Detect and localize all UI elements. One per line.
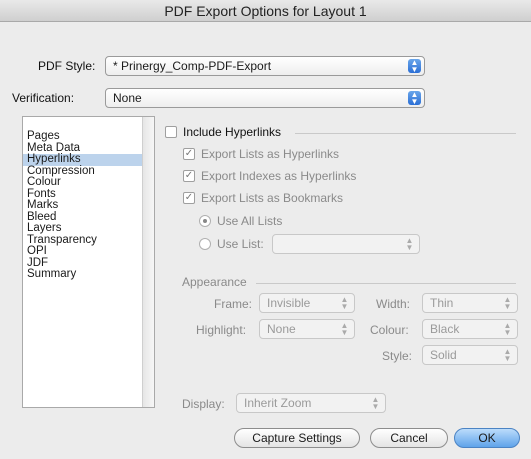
highlight-label: Highlight:	[196, 323, 247, 337]
colour-value: Black	[430, 322, 460, 336]
frame-popup[interactable]: Invisible ▲ ▼	[259, 293, 355, 313]
window-title: PDF Export Options for Layout 1	[164, 2, 367, 19]
popup-arrows-icon: ▲ ▼	[503, 295, 512, 311]
style-value: Solid	[430, 348, 457, 362]
list-item-colour[interactable]: Colour	[23, 176, 154, 189]
ok-button[interactable]: OK	[454, 428, 520, 448]
highlight-value: None	[267, 322, 296, 336]
group-divider	[295, 133, 516, 134]
include-hyperlinks-label: Include Hyperlinks	[183, 125, 282, 139]
include-hyperlinks-checkbox[interactable]	[165, 126, 177, 138]
use-list-popup[interactable]: ▲ ▼	[272, 234, 420, 254]
window-titlebar: PDF Export Options for Layout 1	[0, 0, 531, 22]
style-popup[interactable]: Solid ▲ ▼	[422, 345, 518, 365]
use-all-lists-label: Use All Lists	[217, 214, 283, 228]
popup-arrows-icon: ▲ ▼	[408, 91, 421, 106]
list-item-marks[interactable]: Marks	[23, 199, 154, 212]
width-popup[interactable]: Thin ▲ ▼	[422, 293, 518, 313]
popup-arrows-icon: ▲ ▼	[408, 59, 421, 74]
display-popup[interactable]: Inherit Zoom ▲ ▼	[236, 393, 386, 413]
use-all-lists-radio[interactable]	[199, 215, 211, 227]
verification-label: Verification:	[12, 91, 75, 105]
frame-value: Invisible	[267, 296, 311, 310]
display-value: Inherit Zoom	[244, 396, 312, 410]
list-scrollbar[interactable]	[142, 117, 154, 407]
popup-arrows-icon: ▲ ▼	[405, 236, 414, 252]
export-indexes-hyperlinks-checkbox[interactable]: ✓	[183, 170, 195, 182]
use-list-radio[interactable]	[199, 238, 211, 250]
list-item-opi[interactable]: OPI	[23, 245, 154, 258]
export-lists-bookmarks-label: Export Lists as Bookmarks	[201, 191, 344, 205]
popup-arrows-icon: ▲ ▼	[371, 395, 380, 411]
display-label: Display:	[182, 397, 225, 411]
list-item-hyperlinks[interactable]: Hyperlinks	[23, 153, 154, 166]
width-value: Thin	[430, 296, 454, 310]
popup-arrows-icon: ▲ ▼	[340, 295, 349, 311]
width-label: Width:	[376, 297, 411, 311]
verification-popup[interactable]: None ▲ ▼	[105, 88, 425, 108]
highlight-popup[interactable]: None ▲ ▼	[259, 319, 355, 339]
radio-selected-dot	[203, 219, 207, 223]
group-divider	[256, 283, 516, 284]
pdf-style-label: PDF Style:	[38, 59, 96, 73]
list-item-layers[interactable]: Layers	[23, 222, 154, 235]
use-list-label: Use List:	[217, 237, 264, 251]
style-label: Style:	[382, 349, 413, 363]
pdf-style-value: * Prinergy_Comp-PDF-Export	[113, 59, 272, 73]
verification-value: None	[113, 91, 142, 105]
capture-settings-button[interactable]: Capture Settings	[234, 428, 360, 448]
list-item-summary[interactable]: Summary	[23, 268, 154, 281]
colour-label: Colour:	[370, 323, 409, 337]
settings-category-list[interactable]: Pages Meta Data Hyperlinks Compression C…	[22, 116, 155, 408]
popup-arrows-icon: ▲ ▼	[340, 321, 349, 337]
export-lists-hyperlinks-label: Export Lists as Hyperlinks	[201, 147, 340, 161]
list-item-pages[interactable]: Pages	[23, 130, 154, 143]
export-lists-hyperlinks-checkbox[interactable]: ✓	[183, 148, 195, 160]
popup-arrows-icon: ▲ ▼	[503, 347, 512, 363]
export-lists-bookmarks-checkbox[interactable]: ✓	[183, 192, 195, 204]
appearance-heading: Appearance	[182, 275, 247, 289]
cancel-button[interactable]: Cancel	[370, 428, 448, 448]
pdf-style-popup[interactable]: * Prinergy_Comp-PDF-Export ▲ ▼	[105, 56, 425, 76]
export-indexes-hyperlinks-label: Export Indexes as Hyperlinks	[201, 169, 357, 183]
colour-popup[interactable]: Black ▲ ▼	[422, 319, 518, 339]
frame-label: Frame:	[214, 297, 253, 311]
popup-arrows-icon: ▲ ▼	[503, 321, 512, 337]
